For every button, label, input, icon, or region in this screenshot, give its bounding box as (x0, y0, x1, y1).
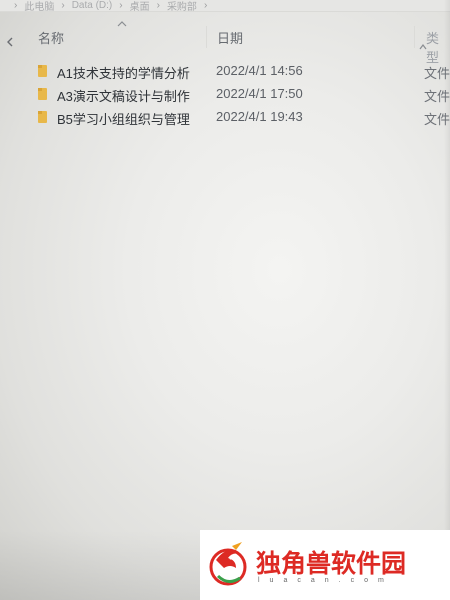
column-header-date[interactable]: 日期 (217, 28, 243, 47)
folder-icon (38, 65, 47, 77)
breadcrumb-separator: › (119, 0, 123, 11)
file-list: A1技术支持的学情分析 2022/4/1 14:56 文件 A3演示文稿设计与制… (0, 60, 450, 129)
breadcrumb-item-desktop[interactable]: 桌面 (130, 0, 150, 11)
folder-icon (38, 88, 47, 100)
column-header-name[interactable]: 名称 (38, 28, 64, 47)
breadcrumb-separator: › (61, 0, 65, 11)
file-date: 2022/4/1 14:56 (216, 63, 303, 78)
watermark-banner: 独角兽软件园 luacan.com (200, 530, 450, 600)
breadcrumb-chevron-icon[interactable]: › (14, 0, 17, 11)
file-date: 2022/4/1 17:50 (216, 86, 303, 101)
unicorn-logo-icon (209, 542, 247, 586)
watermark-text: 独角兽软件园 luacan.com (256, 540, 446, 590)
watermark-title: 独角兽软件园 (256, 549, 407, 578)
breadcrumb-item-drive[interactable]: Data (D:) (72, 0, 113, 11)
watermark-subtitle: luacan.com (258, 577, 394, 584)
breadcrumb-separator: › (203, 0, 208, 11)
file-row[interactable]: B5学习小组组织与管理 2022/4/1 19:43 文件 (0, 106, 450, 129)
breadcrumb-separator: › (156, 0, 160, 11)
column-divider[interactable] (414, 26, 415, 48)
column-header-row: 名称 日期 类型 (0, 14, 450, 65)
file-name[interactable]: B5学习小组组织与管理 (57, 109, 190, 128)
sort-ascending-icon[interactable] (116, 20, 128, 28)
window-edge-shadow (444, 0, 450, 600)
column-divider[interactable] (206, 26, 207, 48)
breadcrumb-item-folder[interactable]: 采购部 (167, 0, 197, 11)
file-date: 2022/4/1 19:43 (216, 109, 303, 124)
breadcrumb-item-this-pc[interactable]: 此电脑 (24, 0, 54, 11)
file-row[interactable]: A1技术支持的学情分析 2022/4/1 14:56 文件 (0, 60, 450, 83)
file-name[interactable]: A3演示文稿设计与制作 (57, 86, 190, 105)
file-name[interactable]: A1技术支持的学情分析 (57, 63, 190, 82)
chevron-left-icon[interactable] (4, 36, 16, 48)
breadcrumb: › 此电脑 › Data (D:) › 桌面 › 采购部 › (0, 0, 450, 12)
file-explorer-window: › 此电脑 › Data (D:) › 桌面 › 采购部 › 名称 日期 类型 (0, 0, 450, 600)
folder-icon (38, 111, 47, 123)
file-row[interactable]: A3演示文稿设计与制作 2022/4/1 17:50 文件 (0, 83, 450, 106)
